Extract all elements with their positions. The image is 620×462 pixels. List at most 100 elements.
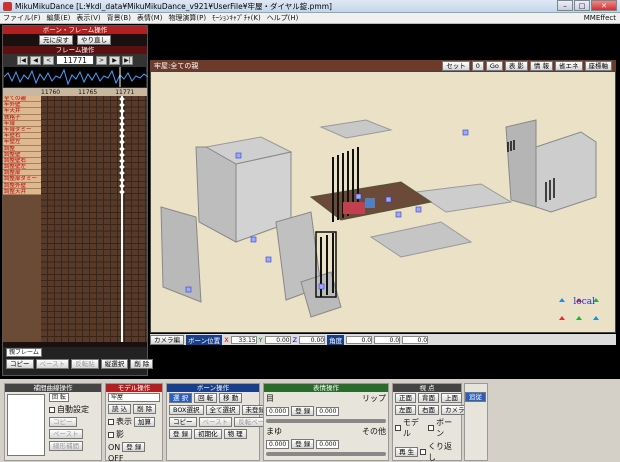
interp-copy-button[interactable]: コピー	[49, 417, 77, 427]
bone-move-button[interactable]: 移 動	[219, 393, 243, 403]
off-radio[interactable]: OFF	[108, 454, 124, 462]
model-register-button[interactable]: 登 録	[122, 442, 146, 452]
next-key-icon[interactable]: ▶	[109, 55, 120, 65]
menu-view[interactable]: 表示(V)	[76, 13, 100, 23]
bone-rotate-button[interactable]: 回 転	[194, 393, 218, 403]
menu-motion-capture[interactable]: ﾓｰｼｮﾝｷｬﾌﾟﾁｬ(K)	[212, 13, 261, 23]
close-button[interactable]: ✕	[591, 0, 617, 11]
angle-x-input[interactable]: 0.0	[346, 335, 373, 344]
bone-copy-button[interactable]: コピー	[169, 417, 197, 427]
pos-z-input[interactable]: 0.00	[299, 335, 326, 344]
model-select[interactable]: 牢屋	[108, 393, 160, 402]
frame-number-input[interactable]: 11771	[56, 55, 94, 65]
linear-button[interactable]: 線形補間	[49, 441, 83, 451]
menu-file[interactable]: ファイル(F)	[3, 13, 41, 23]
title-bar: MikuMikuDance [L:¥kdl_data¥MikuMikuDance…	[0, 0, 620, 13]
pos-x-input[interactable]: 33.15	[230, 335, 257, 344]
frame-field[interactable]: 0	[471, 60, 484, 71]
back-view-button[interactable]: 背面	[418, 393, 439, 403]
morph-section: 表情操作 目リップ 0.000 登 録 0.000 まゆ その他 0.000 登 録 0.…	[263, 383, 389, 461]
front-view-button[interactable]: 正面	[395, 393, 416, 403]
axis-toggle[interactable]: 座標軸	[584, 60, 612, 71]
menu-bar: ファイル(F) 編集(E) 表示(V) 背景(B) 表情(M) 物理演算(P) …	[0, 13, 620, 24]
other-value[interactable]: 0.000	[316, 439, 340, 449]
interp-axis-select[interactable]: 回 転	[49, 393, 69, 402]
select-all-button[interactable]: 全て選択	[205, 405, 240, 415]
keyframe-grid[interactable]	[41, 96, 147, 342]
y-icon: Y	[258, 335, 263, 344]
brow-register-button[interactable]: 登 録	[291, 439, 315, 449]
prev-key-icon[interactable]: ◀	[30, 55, 41, 65]
redo-button[interactable]: やり直し	[77, 35, 111, 45]
energy-save-toggle[interactable]: 省エネ	[555, 60, 583, 71]
view-section: 視 点 正面背面上面 左面右面カメラ モデルボーン 再 生くり返し 674511…	[392, 383, 469, 462]
lip-label: リップ	[362, 394, 386, 403]
track-button[interactable]: 追従	[465, 392, 486, 402]
minimize-button[interactable]: –	[557, 0, 573, 11]
lip-value[interactable]: 0.000	[316, 406, 340, 416]
last-frame-icon[interactable]: ▶|	[122, 55, 133, 65]
reverse-paste-button[interactable]: 反転貼	[71, 359, 99, 369]
copy-button[interactable]: コピー	[6, 359, 34, 369]
bone-chk-label: ボーン	[436, 418, 453, 438]
show-checkbox[interactable]	[108, 418, 114, 425]
menu-physics[interactable]: 物理演算(P)	[168, 13, 206, 23]
bone-register-button[interactable]: 登 録	[169, 429, 193, 439]
brow-value[interactable]: 0.000	[266, 439, 290, 449]
shadow-checkbox[interactable]	[108, 431, 114, 438]
undo-button[interactable]: 元に戻す	[39, 35, 73, 45]
shadow-label: 影	[116, 430, 124, 439]
eye-value[interactable]: 0.000	[266, 406, 290, 416]
model-figure	[365, 198, 375, 208]
pos-y-input[interactable]: 0.00	[264, 335, 291, 344]
floor-slab	[414, 183, 513, 213]
prev-frame-icon[interactable]: <	[43, 55, 54, 65]
bone-paste-button[interactable]: ペースト	[198, 417, 233, 427]
brow-slider[interactable]	[266, 452, 386, 456]
on-radio[interactable]: ON	[108, 443, 120, 452]
bone-name-row[interactable]: 調整天井	[3, 188, 41, 195]
interpolation-curve[interactable]	[7, 394, 45, 456]
menu-background[interactable]: 背景(B)	[107, 13, 131, 23]
paste-button[interactable]: ペースト	[35, 359, 70, 369]
mode-select[interactable]: 親フレーム	[6, 348, 42, 357]
delete-button[interactable]: 削 除	[130, 359, 154, 369]
interp-paste-button[interactable]: ペースト	[49, 429, 83, 439]
menu-help[interactable]: ヘルプ(H)	[267, 13, 299, 23]
model-checkbox[interactable]	[395, 425, 401, 431]
top-view-button[interactable]: 上面	[441, 393, 462, 403]
right-view-button[interactable]: 右面	[418, 405, 439, 415]
initialize-button[interactable]: 初期化	[194, 429, 222, 439]
add-button[interactable]: 加算	[134, 416, 155, 427]
eye-slider[interactable]	[266, 419, 386, 423]
set-button[interactable]: セット	[442, 60, 470, 71]
menu-edit[interactable]: 編集(E)	[47, 13, 71, 23]
load-button[interactable]: 読 込	[108, 404, 132, 414]
auto-set-checkbox[interactable]	[49, 406, 55, 413]
timeline[interactable]: 全ての親 牢外壁 牢天井 鉄格子 牢扉 牢扉ダミー 牢壁右 牢壁左 調整 調整壁 調整壁右 調整壁左調…	[3, 96, 147, 342]
bone-checkbox[interactable]	[428, 425, 435, 431]
left-view-button[interactable]: 左面	[395, 405, 416, 415]
go-button[interactable]: Go	[485, 60, 503, 71]
vertical-select-button[interactable]: 縦選択	[100, 359, 129, 369]
3d-viewport[interactable]: local	[150, 71, 616, 333]
box-select-button[interactable]: BOX選択	[169, 405, 204, 415]
menu-mmeffect[interactable]: MMEffect	[584, 14, 616, 22]
bone-select-button[interactable]: 選 択	[169, 393, 193, 403]
info-toggle[interactable]: 情 報	[529, 60, 553, 71]
maximize-button[interactable]: □	[574, 0, 590, 11]
angle-z-input[interactable]: 0.0	[402, 335, 429, 344]
menu-morph[interactable]: 表情(M)	[137, 13, 163, 23]
next-frame-icon[interactable]: >	[96, 55, 107, 65]
shadow-toggle[interactable]: 表 影	[504, 60, 528, 71]
repeat-checkbox[interactable]	[420, 449, 426, 455]
eye-register-button[interactable]: 登 録	[291, 406, 315, 416]
physics-button[interactable]: 物 理	[223, 429, 247, 439]
model-chk-label: モデル	[402, 418, 419, 438]
model-delete-button[interactable]: 削 除	[133, 404, 157, 414]
play-button[interactable]: 再 生	[395, 447, 419, 457]
first-frame-icon[interactable]: |◀	[17, 55, 28, 65]
brow-label: まゆ	[266, 427, 282, 436]
camera-edit-tab[interactable]: カメラ編	[150, 334, 184, 345]
angle-y-input[interactable]: 0.0	[374, 335, 401, 344]
